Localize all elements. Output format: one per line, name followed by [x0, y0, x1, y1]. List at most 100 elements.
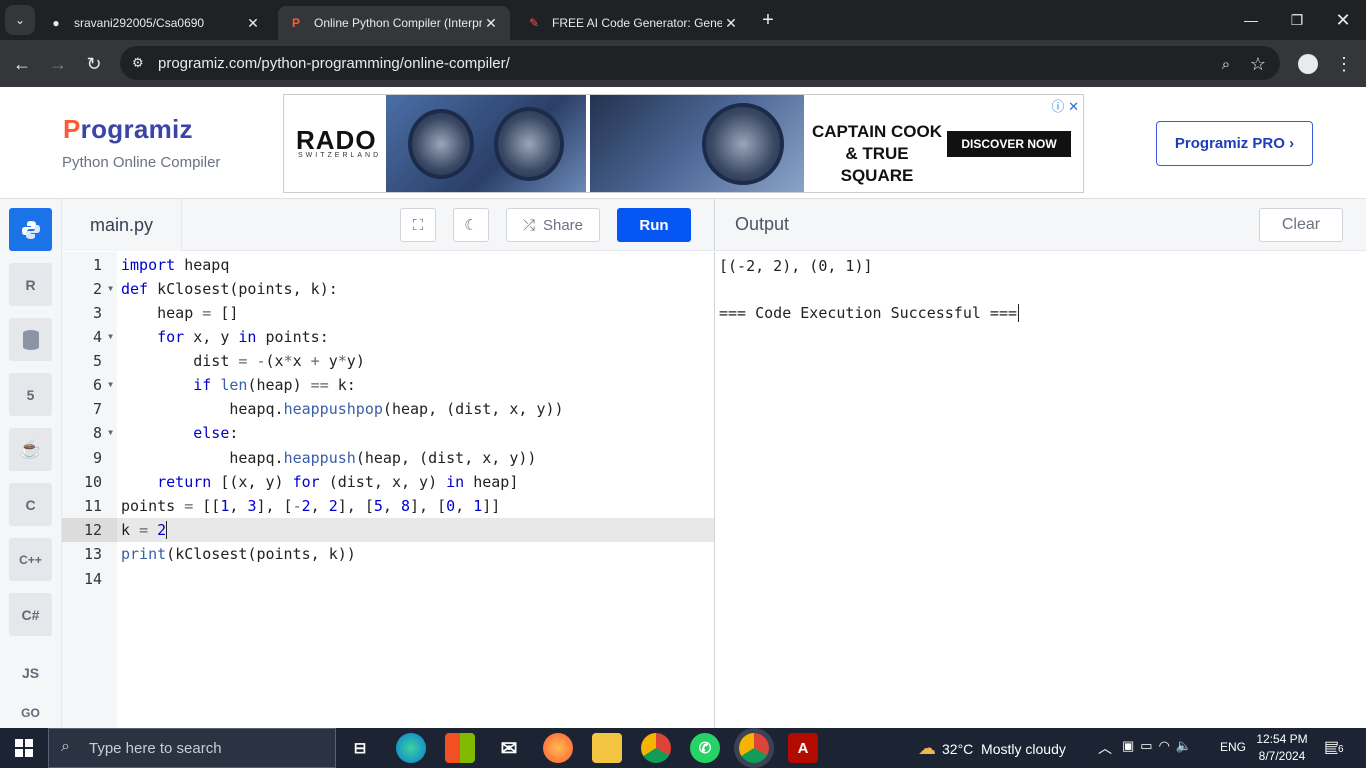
text-cursor [166, 521, 177, 539]
url-text: programiz.com/python-programming/online-… [158, 54, 510, 72]
output-title: Output [735, 214, 790, 234]
fold-arrow-icon[interactable]: ▼ [108, 277, 113, 301]
new-tab-button[interactable]: + [752, 4, 784, 36]
close-window-button[interactable]: ✕ [1320, 0, 1366, 40]
tab-github[interactable]: ● sravani292005/Csa0690 ✕ [38, 6, 272, 40]
fold-arrow-icon[interactable]: ▼ [108, 373, 113, 397]
fullscreen-button[interactable]: ⛶ [400, 208, 436, 242]
ai-icon: ✎ [528, 16, 540, 30]
fold-arrow-icon[interactable]: ▼ [108, 421, 113, 445]
programiz-pro-button[interactable]: Programiz PRO › [1156, 121, 1313, 166]
csharp-icon[interactable]: C# [9, 593, 52, 636]
tab-title: sravani292005/Csa0690 [74, 16, 205, 30]
tab-title: Online Python Compiler (Interpr [314, 16, 482, 30]
fold-arrow-icon[interactable]: ▼ [108, 325, 113, 349]
go-icon[interactable]: GO [9, 703, 52, 723]
line-number: 11 [83, 497, 102, 515]
close-icon[interactable]: ✕ [722, 15, 740, 32]
code-line: import heapq [121, 256, 230, 274]
programiz-icon: P [291, 16, 300, 30]
share-button[interactable]: ⤮ Share [506, 208, 600, 242]
clear-button[interactable]: Clear [1259, 208, 1343, 242]
ad-watch-image [590, 95, 804, 192]
site-settings-icon[interactable]: ⚙ [132, 55, 144, 71]
clock-time: 12:54 PM [1256, 732, 1308, 746]
html-icon[interactable]: 5 [9, 373, 52, 416]
line-number: 5 [92, 352, 102, 370]
fullscreen-icon: ⛶ [412, 216, 424, 234]
minimize-button[interactable]: — [1228, 0, 1274, 40]
store-icon[interactable] [445, 733, 475, 763]
tab-programiz[interactable]: P Online Python Compiler (Interpr ✕ [278, 6, 510, 40]
address-bar: ← → ↻ ⚙ programiz.com/python-programming… [0, 40, 1366, 87]
r-language-icon[interactable]: R [9, 263, 52, 306]
line-number: 4 ▼ [62, 325, 114, 349]
show-hidden-icons-icon[interactable]: ︿ [1098, 738, 1112, 758]
page-header: Programiz Python Online Compiler RADO SW… [0, 87, 1366, 199]
line-number: 8 ▼ [62, 421, 114, 445]
search-icon: ⌕ [61, 738, 70, 755]
close-icon[interactable]: ✕ [244, 15, 262, 32]
sql-icon[interactable] [9, 318, 52, 361]
code-editor[interactable]: 1 2 ▼ 3 4 ▼ 5 6 ▼ 7 8 ▼ 9 10 11 12 13 14 imp… [62, 252, 714, 728]
tray-icons[interactable]: ▣▭◠🔈 [1122, 738, 1198, 754]
output-console[interactable]: [(-2, 2), (0, 1)] === Code Execution Suc… [714, 252, 1366, 728]
language-indicator[interactable]: ENG [1220, 740, 1246, 754]
programiz-logo[interactable]: Programiz [63, 114, 193, 145]
run-button[interactable]: Run [617, 208, 691, 242]
line-number: 3 [92, 304, 102, 322]
code-line: print(kClosest(points, k)) [121, 545, 356, 563]
forward-icon[interactable]: → [42, 48, 74, 80]
line-number: 6 ▼ [62, 373, 114, 397]
line-number: 9 [92, 449, 102, 467]
clock[interactable]: 12:54 PM 8/7/2024 [1254, 731, 1310, 765]
weather-widget[interactable]: ☁ 32°C Mostly cloudy [918, 738, 1066, 759]
dark-mode-button[interactable]: ☾ [453, 208, 489, 242]
task-view-icon[interactable]: ⊟ [345, 733, 375, 763]
back-icon[interactable]: ← [6, 48, 38, 80]
file-explorer-icon[interactable] [592, 733, 622, 763]
bookmark-star-icon[interactable]: ☆ [1242, 48, 1274, 80]
notification-icon[interactable]: ▤ 6 [1324, 737, 1346, 757]
edge-icon[interactable] [396, 733, 426, 763]
clock-date: 8/7/2024 [1258, 749, 1306, 763]
acrobat-icon[interactable]: A [788, 733, 818, 763]
menu-icon[interactable]: ⋮ [1328, 48, 1360, 80]
file-tab-main[interactable]: main.py [62, 199, 182, 251]
tab-search-button[interactable]: ⌄ [5, 5, 35, 35]
page-subtitle: Python Online Compiler [62, 154, 221, 171]
java-icon[interactable]: ☕ [9, 428, 52, 471]
cpp-icon[interactable]: C++ [9, 538, 52, 581]
start-button[interactable] [0, 728, 48, 768]
profile-icon[interactable] [1292, 48, 1324, 80]
line-number: 1 [92, 256, 102, 274]
taskbar-search-input[interactable]: ⌕ Type here to search [48, 728, 336, 768]
ad-cta-button[interactable]: DISCOVER NOW [947, 131, 1071, 157]
python-icon[interactable] [9, 208, 52, 251]
weather-text: 32°C Mostly cloudy [942, 740, 1066, 757]
ad-brand-sub: SWITZERLAND [298, 152, 382, 159]
javascript-icon[interactable]: JS [9, 651, 52, 694]
browser-tab-bar: ⌄ ● sravani292005/Csa0690 ✕ P Online Pyt… [0, 0, 1366, 40]
language-sidebar: R 5 ☕ C C++ C# JS GO [0, 199, 62, 728]
whatsapp-icon[interactable]: ✆ [690, 733, 720, 763]
restore-button[interactable]: ❐ [1274, 0, 1320, 40]
code-line: for x, y in points: [157, 328, 329, 346]
notification-badge: 6 [1336, 744, 1346, 755]
mail-icon[interactable]: ✉ [494, 733, 524, 763]
url-input[interactable]: ⚙ programiz.com/python-programming/onlin… [120, 46, 1280, 80]
chrome-active-icon[interactable] [739, 733, 769, 763]
zoom-icon[interactable]: ⌕ [1210, 48, 1242, 80]
tab-ai-generator[interactable]: ✎ FREE AI Code Generator: Genera ✕ [516, 6, 750, 40]
ad-close-icon[interactable]: ⓘ ✕ [1051, 96, 1079, 115]
close-icon[interactable]: ✕ [482, 15, 500, 32]
cloud-icon: ☁ [918, 738, 936, 758]
code-line: heap = [] [157, 304, 239, 322]
advertisement-banner[interactable]: RADO SWITZERLAND CAPTAIN COOK & TRUE SQU… [283, 94, 1084, 193]
c-icon[interactable]: C [9, 483, 52, 526]
moon-icon: ☾ [464, 217, 478, 234]
reload-icon[interactable]: ↻ [78, 48, 110, 80]
chrome-icon[interactable] [641, 733, 671, 763]
ad-headline: CAPTAIN COOK & TRUE SQUARE [811, 122, 942, 185]
firefox-icon[interactable] [543, 733, 573, 763]
